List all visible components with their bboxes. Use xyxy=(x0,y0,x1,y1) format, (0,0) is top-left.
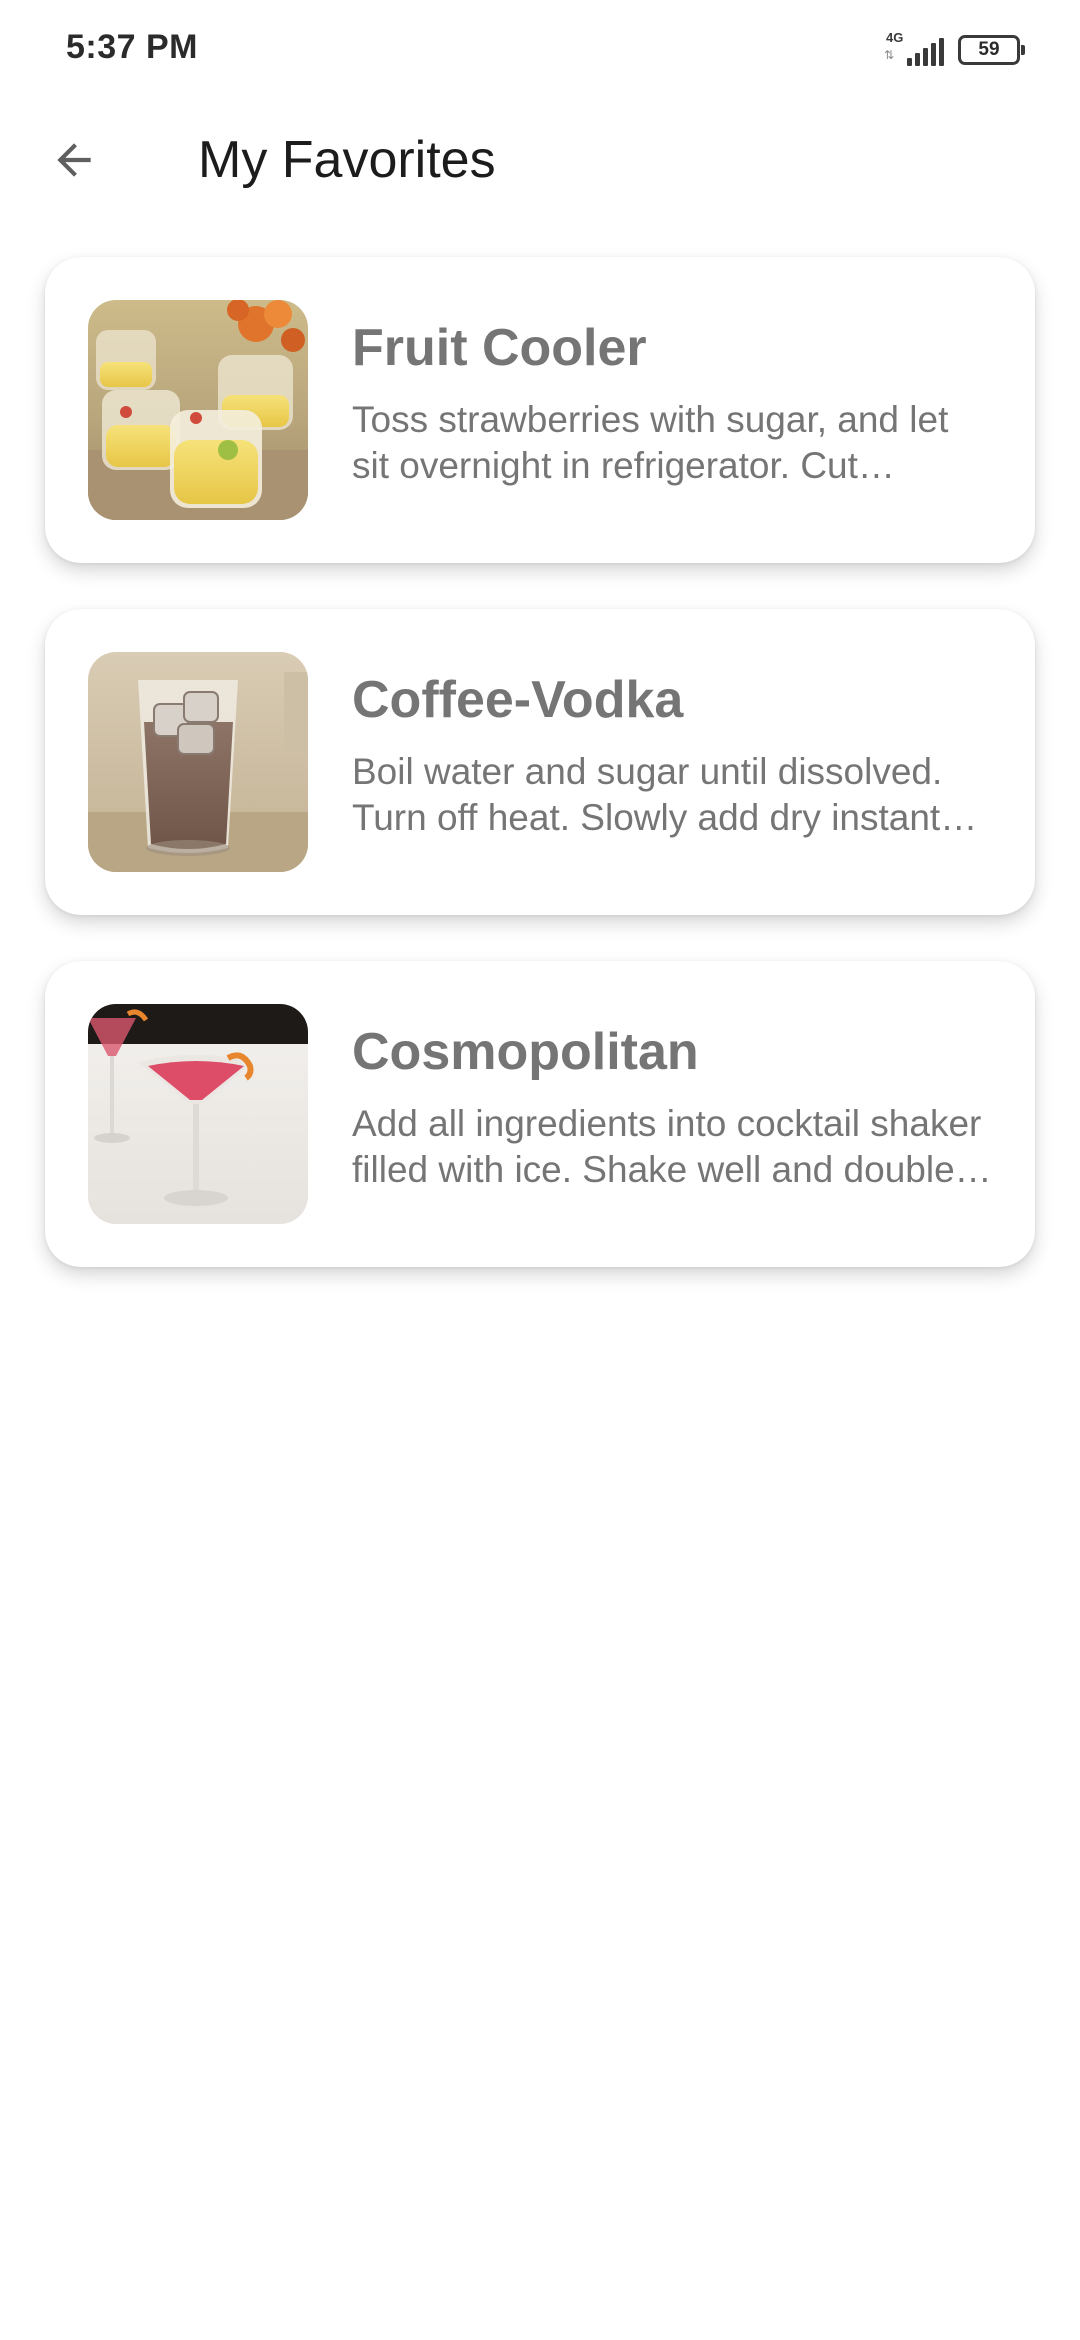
network-type-label: 4G xyxy=(886,30,904,45)
fruit-cooler-photo xyxy=(88,300,308,520)
drink-title: Cosmopolitan xyxy=(352,1023,699,1081)
drink-thumbnail xyxy=(88,1004,308,1224)
cosmopolitan-photo xyxy=(88,1004,308,1224)
drink-description: Add all ingredients into cocktail shaker… xyxy=(352,1103,982,1191)
data-activity-icon: ⇅ xyxy=(884,48,895,62)
card-text: Coffee-Vodka Boil water and sugar until … xyxy=(352,669,992,841)
favorite-card[interactable]: Fruit Cooler Toss strawberries with suga… xyxy=(45,257,1035,563)
battery-level: 59 xyxy=(978,39,1000,60)
drink-title: Fruit Cooler xyxy=(352,319,647,377)
cellular-signal-icon: 4G ⇅ xyxy=(884,30,944,68)
back-button[interactable] xyxy=(34,120,114,200)
app-bar: My Favorites xyxy=(0,100,1080,220)
coffee-vodka-photo xyxy=(88,652,308,872)
favorite-card[interactable]: Coffee-Vodka Boil water and sugar until … xyxy=(45,609,1035,915)
favorites-list: Fruit Cooler Toss strawberries with suga… xyxy=(45,257,1035,1313)
page-title: My Favorites xyxy=(198,131,496,189)
drink-thumbnail xyxy=(88,652,308,872)
card-text: Cosmopolitan Add all ingredients into co… xyxy=(352,1021,992,1193)
battery-icon: 59 xyxy=(958,35,1025,65)
status-time: 5:37 PM xyxy=(66,28,198,66)
signal-bars xyxy=(907,38,944,66)
arrow-back-icon xyxy=(57,143,91,177)
card-text: Fruit Cooler Toss strawberries with suga… xyxy=(352,317,992,489)
status-bar: 5:37 PM 4G ⇅ 59 xyxy=(0,0,1080,100)
status-icons: 4G ⇅ 59 xyxy=(884,30,1025,70)
drink-thumbnail xyxy=(88,300,308,520)
drink-description: Toss strawberries with sugar, and let si… xyxy=(352,399,949,487)
drink-description: Boil water and sugar until dissolved. Tu… xyxy=(352,751,943,839)
favorite-card[interactable]: Cosmopolitan Add all ingredients into co… xyxy=(45,961,1035,1267)
drink-title: Coffee-Vodka xyxy=(352,671,684,729)
